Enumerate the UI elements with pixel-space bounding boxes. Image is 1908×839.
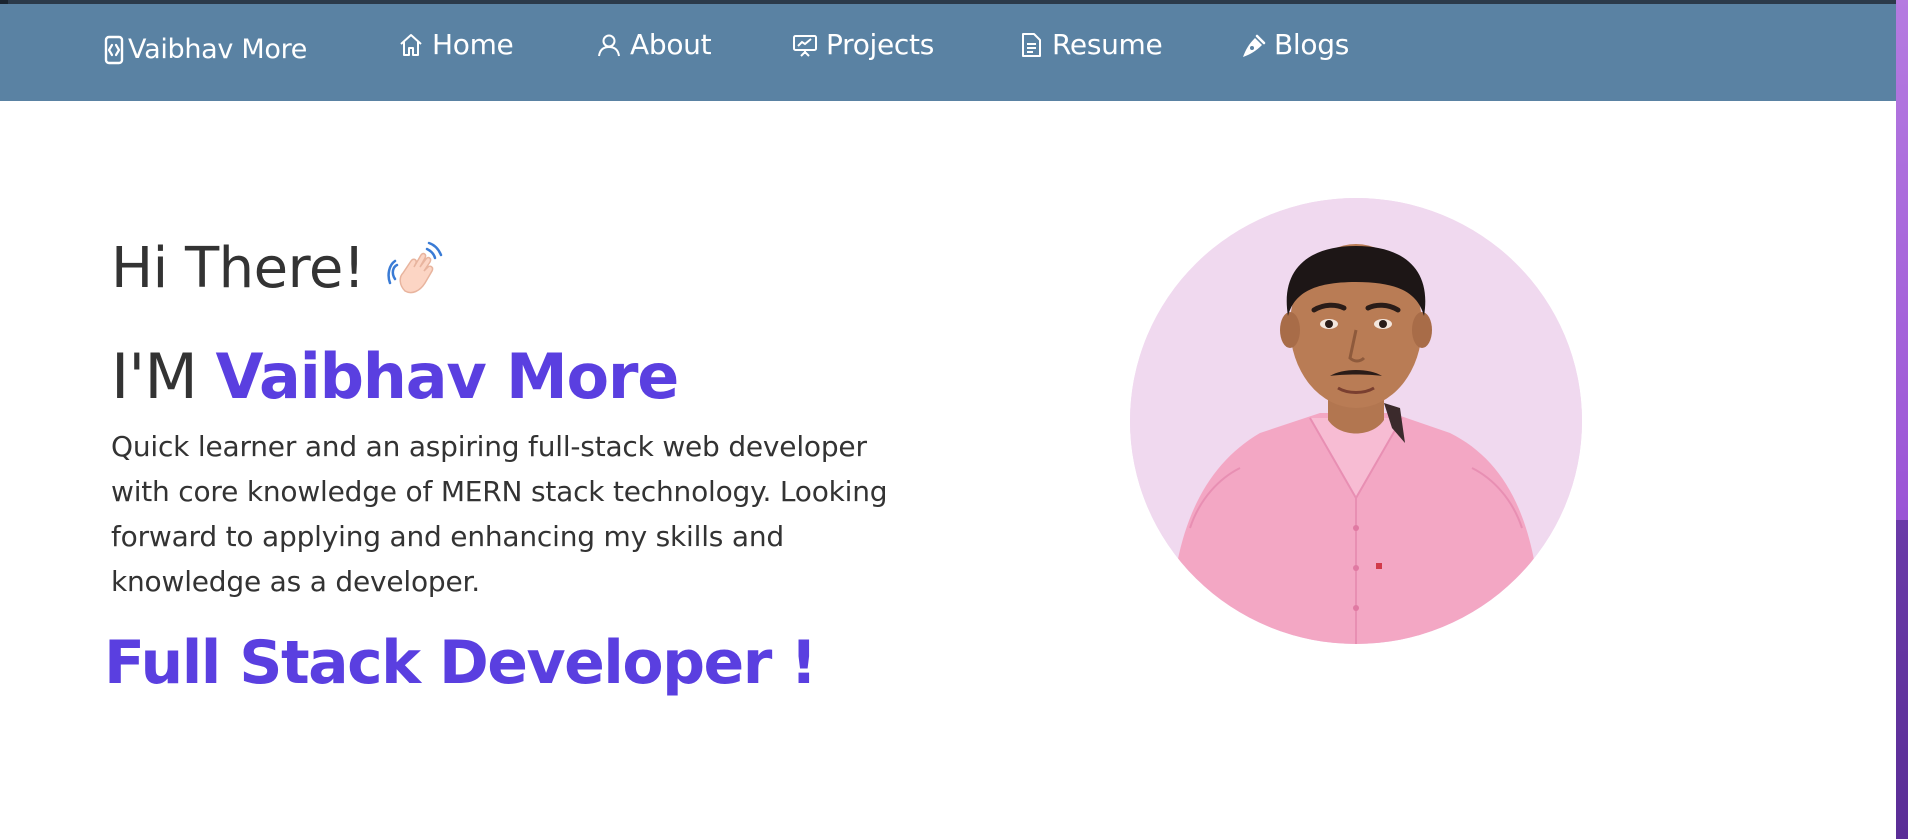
nav-resume[interactable]: Resume bbox=[1018, 28, 1163, 61]
nav-projects[interactable]: Projects bbox=[792, 28, 934, 61]
nav-home-label: Home bbox=[432, 28, 514, 61]
brand-label: Vaibhav More bbox=[128, 34, 308, 65]
waving-hand-icon bbox=[387, 239, 447, 299]
nav-projects-label: Projects bbox=[826, 28, 934, 61]
intro-heading: I'M Vaibhav More bbox=[111, 340, 680, 413]
home-icon bbox=[398, 32, 424, 58]
document-icon bbox=[1018, 32, 1044, 58]
nav-about[interactable]: About bbox=[596, 28, 712, 61]
nav-blogs[interactable]: Blogs bbox=[1240, 28, 1349, 61]
hero-name: Vaibhav More bbox=[215, 340, 680, 413]
nav-blogs-label: Blogs bbox=[1274, 28, 1349, 61]
greeting-text: Hi There! bbox=[111, 236, 365, 301]
hero-description: Quick learner and an aspiring full-stack… bbox=[111, 430, 888, 598]
nav-home[interactable]: Home bbox=[398, 28, 514, 61]
greeting-heading: Hi There! bbox=[111, 236, 447, 301]
intro-prefix: I'M bbox=[111, 340, 198, 413]
page-scrollbar[interactable] bbox=[1896, 0, 1908, 839]
brand-link[interactable]: Vaibhav More bbox=[104, 34, 307, 65]
code-phone-icon bbox=[104, 35, 124, 65]
nav-resume-label: Resume bbox=[1052, 28, 1163, 61]
typewriter-role: Full Stack Developer ! bbox=[104, 628, 818, 698]
page: Vaibhav More Home About Projects Resume … bbox=[0, 0, 1908, 839]
nav-about-label: About bbox=[630, 28, 712, 61]
user-icon bbox=[596, 32, 622, 58]
navbar: Vaibhav More Home About Projects Resume … bbox=[0, 4, 1896, 101]
avatar bbox=[1130, 198, 1582, 644]
pen-nib-icon bbox=[1240, 32, 1266, 58]
presentation-chart-icon bbox=[792, 32, 818, 58]
